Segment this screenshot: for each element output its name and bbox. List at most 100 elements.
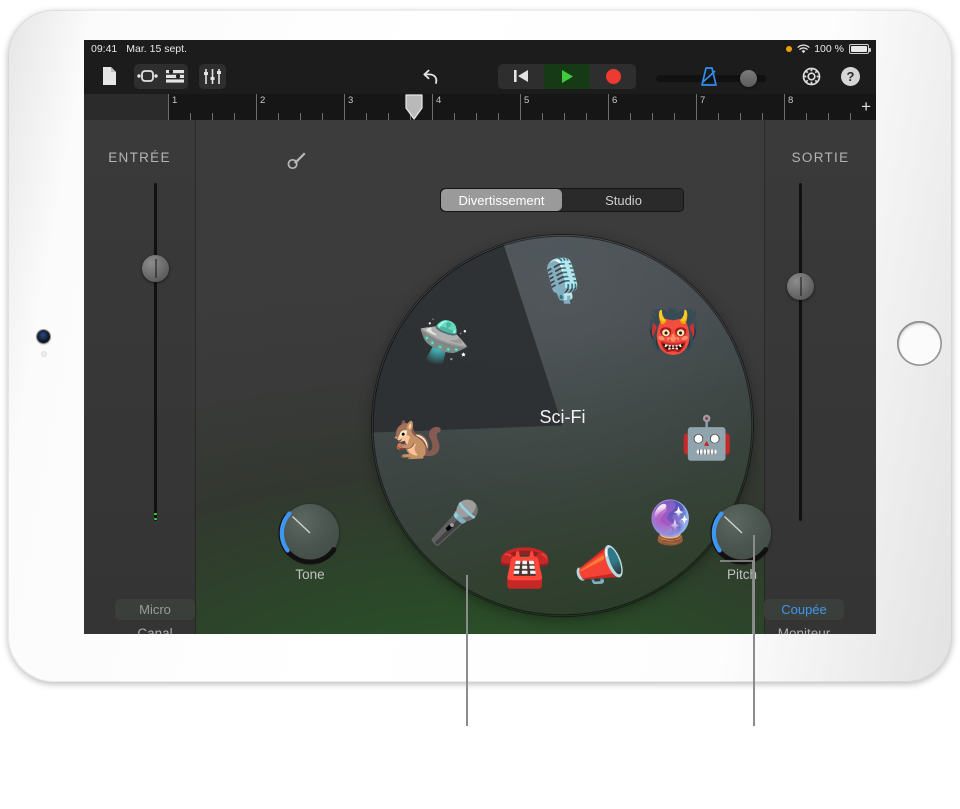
ruler-beat-tick [586,113,587,120]
pitch-knob[interactable] [710,504,771,565]
ruler-beat-tick [476,113,477,120]
status-bar: 09:41 Mar. 15 sept. 100 % [84,40,876,58]
ruler-bar-number: 6 [612,95,618,106]
output-slider-thumb[interactable] [787,273,814,300]
input-slider-thumb[interactable] [142,255,169,282]
ruler-beat-tick [850,113,851,120]
input-level-slider[interactable] [140,183,170,521]
ruler-beat-tick [718,113,719,120]
ruler-beat-tick [190,113,191,120]
help-icon[interactable]: ? [837,64,864,89]
ruler-bar-tick [520,94,521,120]
ruler-beat-tick [322,113,323,120]
ruler-beat-tick [278,113,279,120]
ruler-bar-tick [432,94,433,120]
ruler-beat-tick [300,113,301,120]
monster-icon[interactable]: 👹 [643,301,705,363]
svg-text:?: ? [847,69,855,84]
output-label: SORTIE [791,150,850,165]
status-time: 09:41 [91,43,118,55]
ruler-bar-number: 7 [700,95,706,106]
metronome-icon[interactable] [696,63,722,89]
pitch-knob-label: Pitch [726,567,757,582]
undo-icon[interactable] [417,64,444,89]
gear-icon[interactable] [798,64,825,89]
ruler-beat-tick [674,113,675,120]
telephone-icon[interactable]: ☎️ [494,535,556,597]
segment-divertissement[interactable]: Divertissement [441,189,562,211]
document-icon[interactable] [96,64,123,89]
main-toolbar: ? [84,58,876,94]
category-segmented-control: Divertissement Studio [440,188,684,212]
bubbles-icon[interactable]: 🔮 [639,492,701,554]
wifi-icon [797,44,810,54]
playhead[interactable] [405,94,423,120]
ruler-beat-tick [652,113,653,120]
ruler-beat-tick [498,113,499,120]
effect-wheel[interactable]: Sci-Fi 🎙️ 🛸 👹 🐿️ 🤖 🎤 🔮 ☎️ 📣 [372,235,753,616]
ruler-bar-tick [696,94,697,120]
list-view-icon[interactable] [161,64,188,89]
tone-knob[interactable] [278,504,339,565]
ruler-bar-number: 2 [260,95,266,106]
record-button[interactable] [590,63,636,89]
monitor-label: Moniteur [777,626,831,634]
ruler-beat-tick [366,113,367,120]
ruler-beat-tick [630,113,631,120]
ruler-bar-number: 1 [172,95,178,106]
callout-line-wheel [466,575,468,726]
rewind-button[interactable] [498,63,544,89]
gold-microphone-icon[interactable]: 🎤 [424,492,486,554]
ambient-light-sensor-icon [41,351,47,357]
output-level-slider[interactable] [785,183,815,521]
battery-percent-label: 100 % [814,43,844,55]
play-button[interactable] [544,63,590,89]
input-slider-track[interactable] [154,183,157,521]
ruler-bar-tick [344,94,345,120]
add-track-button[interactable]: + [861,98,871,115]
callout-line-pitch [753,535,755,726]
ruler-beat-tick [234,113,235,120]
ruler-bar-tick [168,94,169,120]
microphone-classic-icon[interactable]: 🎙️ [532,250,594,312]
audio-recorder-panel: ENTRÉE SORTIE Divertissement Studio Sci-… [84,120,876,634]
ruler-beat-tick [762,113,763,120]
output-slider-track[interactable] [799,183,802,521]
ruler-beat-tick [564,113,565,120]
monitor-button[interactable]: Coupée [764,599,844,620]
segment-studio[interactable]: Studio [563,188,684,212]
ufo-alien-icon[interactable]: 🛸 [413,311,475,373]
chipmunk-icon[interactable]: 🐿️ [387,407,449,469]
recording-indicator-icon [786,46,793,52]
input-level-indicator [154,513,157,515]
ruler-bar-number: 5 [524,95,530,106]
ruler-beat-tick [740,113,741,120]
front-camera-icon [37,330,50,343]
input-level-indicator-2 [154,518,157,520]
ruler-beat-tick [454,113,455,120]
guitar-jack-icon[interactable] [286,150,308,175]
view-toggle-group [134,63,188,89]
ruler-bar-number: 8 [788,95,794,106]
ruler-bar-number: 4 [436,95,442,106]
ruler-beat-tick [828,113,829,120]
megaphone-icon[interactable]: 📣 [569,535,631,597]
channel-label: Canal [137,626,173,634]
home-button[interactable] [897,321,942,366]
ruler-bar-tick [784,94,785,120]
track-view-icon[interactable] [134,64,161,89]
tone-knob-wrap: Tone [270,504,350,582]
tone-knob-label: Tone [295,567,325,582]
ruler-bar-number: 3 [348,95,354,106]
ruler-bar-tick [608,94,609,120]
input-label: ENTRÉE [108,150,171,165]
ruler-beat-tick [806,113,807,120]
fader-controls-icon[interactable] [199,64,226,89]
robot-icon[interactable]: 🤖 [676,407,738,469]
ruler-beat-tick [542,113,543,120]
status-date: Mar. 15 sept. [126,43,187,55]
ruler-beat-tick [212,113,213,120]
channel-button[interactable]: Micro [115,599,195,620]
timeline-ruler[interactable]: 1 2 3 4 5 6 7 8 + [84,94,876,120]
master-volume-thumb[interactable] [740,70,757,87]
